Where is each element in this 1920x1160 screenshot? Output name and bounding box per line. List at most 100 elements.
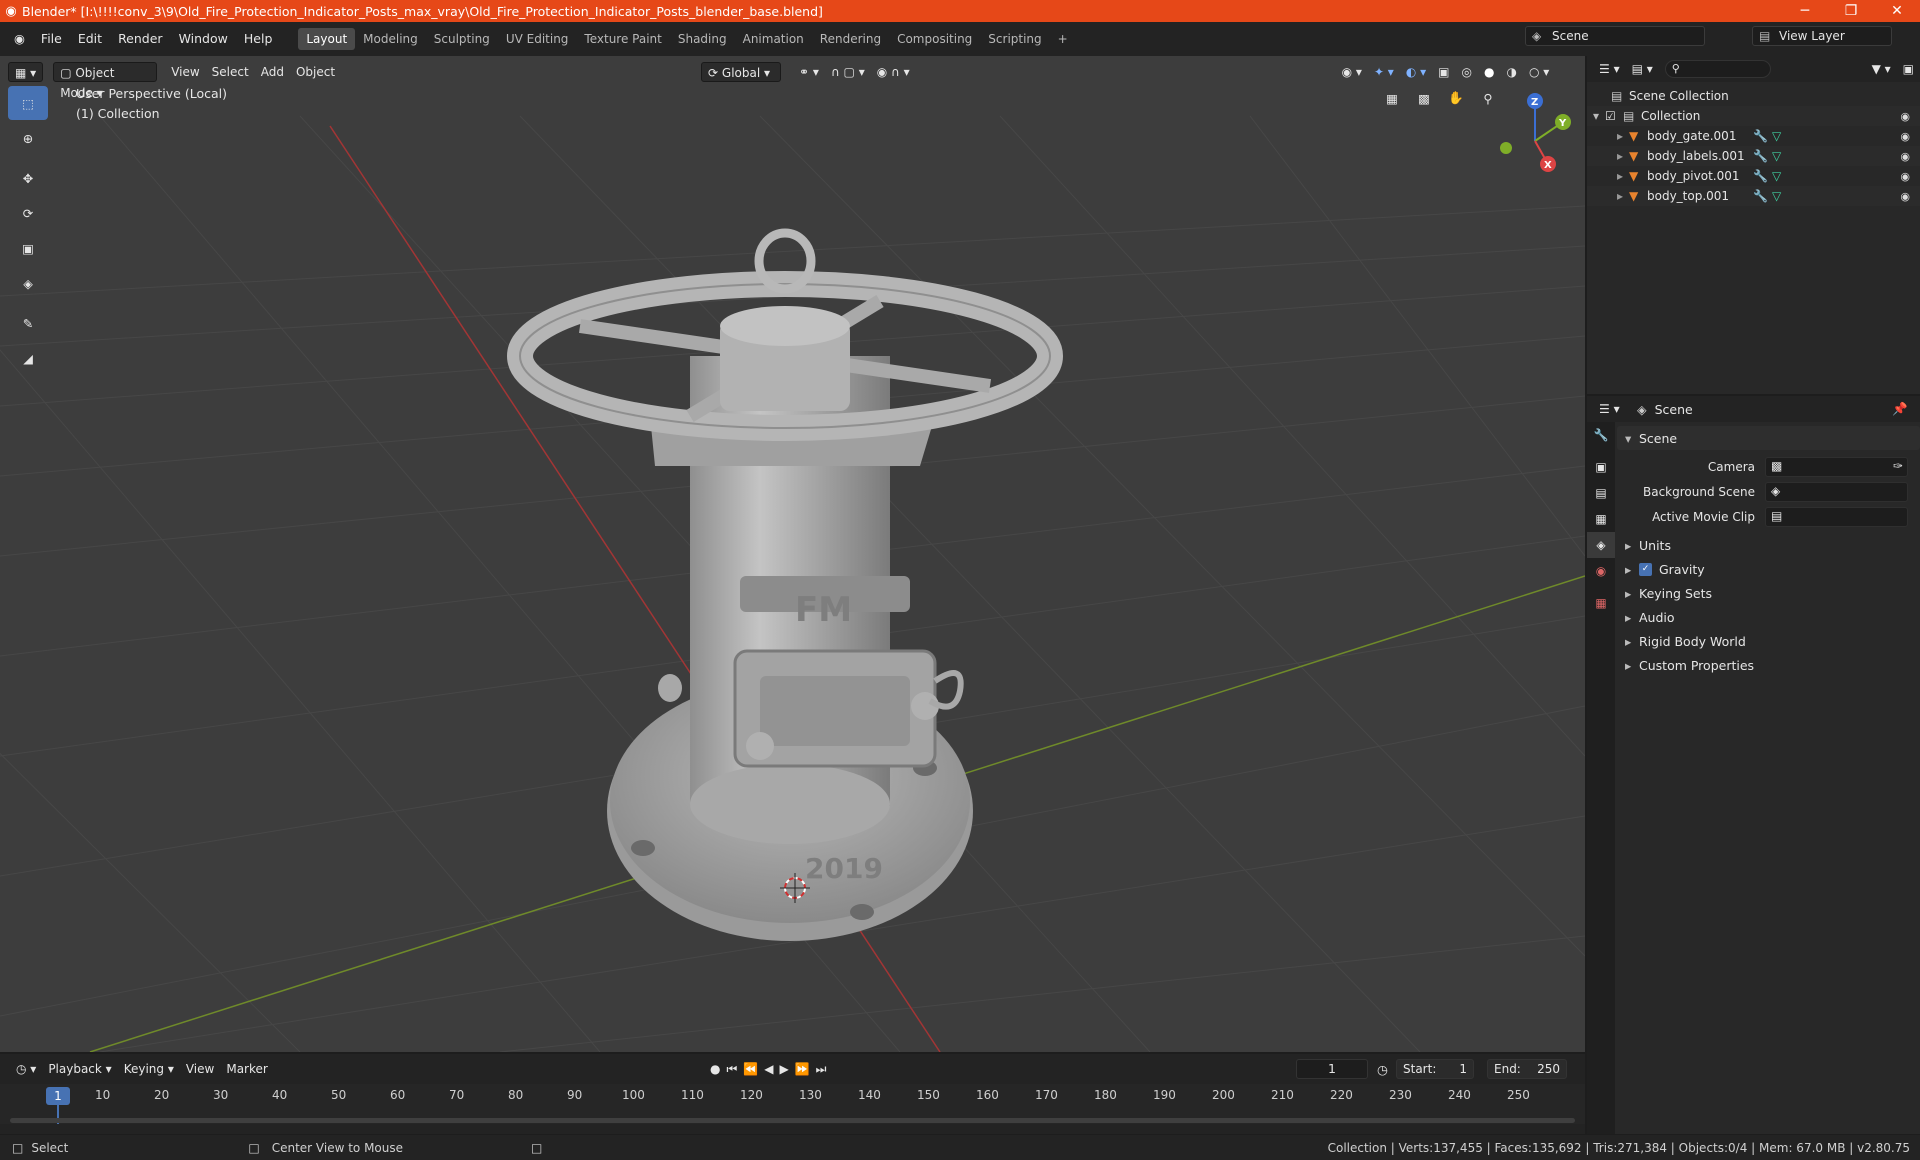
maximize-button[interactable]: ❐ <box>1828 3 1874 19</box>
grid-view-icon[interactable]: ▦ <box>1380 86 1404 110</box>
xray-toggle-icon[interactable]: ▣ <box>1432 62 1455 82</box>
viewport-menu-select[interactable]: Select <box>206 62 255 82</box>
view-layer-tab-icon[interactable]: ▦ <box>1587 506 1615 532</box>
menu-window[interactable]: Window <box>171 28 236 50</box>
mesh-data-icon[interactable]: ▽ <box>1772 189 1781 203</box>
cursor-tool-icon[interactable]: ⊕ <box>8 121 48 155</box>
active-movie-clip-field[interactable]: ▤ <box>1765 506 1908 527</box>
collection-checkbox[interactable]: ☑ <box>1605 109 1623 123</box>
render-tab-icon[interactable]: ▣ <box>1587 454 1615 480</box>
properties-editor-type-icon[interactable]: ☰ ▾ <box>1593 399 1626 419</box>
item-expand-icon[interactable]: ▸ <box>1587 169 1629 183</box>
item-expand-icon[interactable]: ▸ <box>1587 189 1629 203</box>
proportional-editing-icon[interactable]: ◉ ∩ ▾ <box>871 62 916 82</box>
pivot-point-icon[interactable]: ⚭ ▾ <box>793 62 825 82</box>
start-frame-field[interactable]: Start: 1 <box>1396 1059 1474 1079</box>
end-frame-field[interactable]: End: 250 <box>1487 1059 1567 1079</box>
minimize-button[interactable]: ─ <box>1782 3 1828 19</box>
collection-expand-icon[interactable]: ▾ <box>1587 109 1605 123</box>
viewport-menu-add[interactable]: Add <box>255 62 290 82</box>
pan-hand-icon[interactable]: ✋ <box>1444 86 1468 110</box>
outliner-item[interactable]: ▸ ▼ body_gate.001 🔧 ▽ ◉ <box>1587 126 1920 146</box>
timeline-menu-keying[interactable]: Keying ▾ <box>118 1059 180 1079</box>
timeline-menu-view[interactable]: View <box>180 1059 220 1079</box>
modifier-wrench-icon[interactable]: 🔧 <box>1753 189 1768 203</box>
shading-wireframe-icon[interactable]: ◎ <box>1456 62 1478 82</box>
rigid-body-world-section-header[interactable]: ▸ Rigid Body World <box>1617 629 1920 653</box>
outliner-editor-type-icon[interactable]: ☰ ▾ <box>1593 59 1626 79</box>
overlay-toggle-icon[interactable]: ◐ ▾ <box>1400 62 1432 82</box>
workspace-tab-uv-editing[interactable]: UV Editing <box>498 28 577 50</box>
modifier-wrench-icon[interactable]: 🔧 <box>1753 169 1768 183</box>
texture-tab-icon[interactable]: ▦ <box>1587 590 1615 616</box>
navigation-gizmo[interactable]: Z Y X <box>1490 86 1580 176</box>
scene-tab-icon[interactable]: ◈ <box>1587 532 1615 558</box>
audio-section-header[interactable]: ▸ Audio <box>1617 605 1920 629</box>
stopwatch-icon[interactable]: ◷ <box>1377 1062 1388 1077</box>
current-frame-field[interactable]: 1 <box>1296 1059 1368 1079</box>
add-workspace-icon[interactable]: + <box>1050 28 1076 50</box>
viewport-menu-object[interactable]: Object <box>290 62 341 82</box>
item-visibility-eye-icon[interactable]: ◉ <box>1900 150 1910 163</box>
move-tool-icon[interactable]: ✥ <box>8 161 48 195</box>
camera-view-icon[interactable]: ▩ <box>1412 86 1436 110</box>
item-expand-icon[interactable]: ▸ <box>1587 129 1629 143</box>
outliner-item[interactable]: ▸ ▼ body_top.001 🔧 ▽ ◉ <box>1587 186 1920 206</box>
current-frame-indicator[interactable]: 1 <box>46 1087 70 1105</box>
outliner-item[interactable]: ▸ ▼ body_labels.001 🔧 ▽ ◉ <box>1587 146 1920 166</box>
item-expand-icon[interactable]: ▸ <box>1587 149 1629 163</box>
item-visibility-eye-icon[interactable]: ◉ <box>1900 130 1910 143</box>
outliner-filter-icon[interactable]: ▼ ▾ <box>1866 59 1897 79</box>
workspace-tab-sculpting[interactable]: Sculpting <box>426 28 498 50</box>
pin-icon[interactable]: 📌 <box>1892 401 1908 417</box>
workspace-tab-compositing[interactable]: Compositing <box>889 28 980 50</box>
view-layer-selector[interactable]: View Layer ▤ <box>1752 26 1892 46</box>
fire-indicator-post-model[interactable]: FM 2019 <box>507 228 1063 941</box>
viewport-menu-view[interactable]: View <box>165 62 205 82</box>
blender-menu-icon[interactable]: ◉ <box>6 28 33 50</box>
item-visibility-eye-icon[interactable]: ◉ <box>1900 190 1910 203</box>
modifier-wrench-icon[interactable]: 🔧 <box>1753 129 1768 143</box>
item-visibility-eye-icon[interactable]: ◉ <box>1900 170 1910 183</box>
shading-rendered-icon[interactable]: ○ ▾ <box>1523 62 1555 82</box>
next-keyframe-icon[interactable]: ⏩ <box>795 1062 810 1077</box>
gravity-checkbox[interactable]: ✓ <box>1639 562 1652 576</box>
timeline-scrollbar[interactable] <box>10 1118 1575 1123</box>
visibility-icon[interactable]: ◉ ▾ <box>1336 62 1368 82</box>
menu-render[interactable]: Render <box>110 28 171 50</box>
outliner-search-field[interactable]: ⚲ <box>1664 60 1771 78</box>
gravity-section-header[interactable]: ▸ ✓ Gravity <box>1617 557 1920 581</box>
keying-sets-section-header[interactable]: ▸ Keying Sets <box>1617 581 1920 605</box>
menu-help[interactable]: Help <box>236 28 281 50</box>
new-collection-icon[interactable]: ▣ <box>1897 59 1920 79</box>
workspace-tab-animation[interactable]: Animation <box>735 28 812 50</box>
record-icon[interactable]: ● <box>710 1062 720 1077</box>
camera-field[interactable]: ▩ ✑ <box>1765 456 1908 477</box>
snap-icon[interactable]: ∩ ▢ ▾ <box>825 62 871 82</box>
menu-file[interactable]: File <box>33 28 70 50</box>
select-box-tool-icon[interactable]: ⬚ <box>8 86 48 120</box>
mesh-data-icon[interactable]: ▽ <box>1772 169 1781 183</box>
3d-viewport[interactable]: FM 2019 ▦ ▾ ▢ Object Mode ▾ View Select … <box>0 56 1585 1052</box>
prev-keyframe-icon[interactable]: ⏪ <box>743 1062 758 1077</box>
shading-solid-icon[interactable]: ● <box>1478 62 1500 82</box>
workspace-tab-shading[interactable]: Shading <box>670 28 735 50</box>
workspace-tab-modeling[interactable]: Modeling <box>355 28 426 50</box>
scene-selector[interactable]: Scene ◈ <box>1525 26 1705 46</box>
units-section-header[interactable]: ▸ Units <box>1617 533 1920 557</box>
jump-end-icon[interactable]: ⏭ <box>816 1062 827 1077</box>
eyedropper-icon[interactable]: ✑ <box>1893 459 1903 473</box>
timeline-editor-type-icon[interactable]: ◷ ▾ <box>10 1059 42 1079</box>
timeline-menu-playback[interactable]: Playback ▾ <box>42 1059 117 1079</box>
workspace-tab-scripting[interactable]: Scripting <box>980 28 1049 50</box>
timeline-menu-marker[interactable]: Marker <box>220 1059 273 1079</box>
scene-section-header[interactable]: ▾ Scene <box>1617 426 1920 450</box>
scale-tool-icon[interactable]: ▣ <box>8 231 48 265</box>
timeline-ruler[interactable]: 1 10 20 30 40 50 60 70 80 90 100 110 120 130 140 150 16… <box>0 1084 1585 1124</box>
play-icon[interactable]: ▶ <box>779 1062 788 1077</box>
modifier-wrench-icon[interactable]: 🔧 <box>1753 149 1768 163</box>
jump-start-icon[interactable]: ⏮ <box>726 1062 737 1077</box>
transform-tool-icon[interactable]: ◈ <box>8 266 48 300</box>
output-tab-icon[interactable]: ▤ <box>1587 480 1615 506</box>
mesh-data-icon[interactable]: ▽ <box>1772 149 1781 163</box>
